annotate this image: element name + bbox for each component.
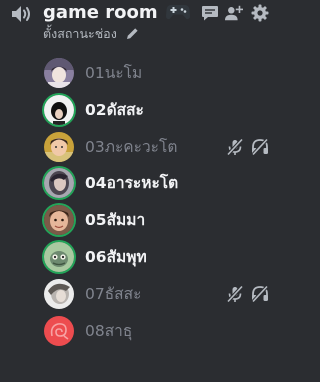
voice-user-row[interactable]: 02ดัสสะ bbox=[44, 93, 281, 130]
avatar bbox=[44, 168, 74, 199]
add-user-icon[interactable] bbox=[225, 4, 243, 22]
voice-user-name: 01นะโม bbox=[85, 64, 143, 82]
gear-icon[interactable] bbox=[251, 4, 269, 22]
speaker-icon bbox=[12, 6, 30, 22]
voice-user-name: 04อาระหะโต bbox=[85, 174, 179, 193]
avatar bbox=[44, 94, 74, 125]
voice-user-name: 07ธัสสะ bbox=[85, 284, 142, 303]
voice-user-list: 01นะโม 02ดัสสะ 03ภะคะวะโต 04อาระหะโต 05ส… bbox=[44, 56, 281, 350]
pencil-icon[interactable] bbox=[126, 27, 139, 40]
voice-user-row[interactable]: 01นะโม bbox=[44, 56, 281, 93]
voice-user-row[interactable]: 04อาระหะโต bbox=[44, 166, 281, 203]
headphones-deafened-icon bbox=[251, 137, 269, 156]
channel-name: game room bbox=[43, 2, 158, 23]
avatar bbox=[44, 315, 74, 346]
gamepad-emoji-icon bbox=[165, 5, 190, 20]
mic-muted-icon bbox=[226, 285, 244, 303]
voice-user-row[interactable]: 07ธัสสะ bbox=[44, 277, 281, 314]
avatar bbox=[44, 205, 74, 236]
voice-user-row[interactable]: 08สาธุ bbox=[44, 314, 281, 351]
voice-user-name: 05สัมมา bbox=[85, 211, 146, 230]
channel-status[interactable]: ตั้งสถานะช่อง bbox=[43, 25, 139, 43]
avatar bbox=[44, 241, 74, 272]
voice-user-name: 06สัมพุท bbox=[85, 247, 147, 266]
avatar bbox=[44, 58, 74, 88]
mic-muted-icon bbox=[226, 137, 244, 156]
avatar bbox=[44, 131, 74, 162]
channel-header: game room ตั้งสถานะช่อง bbox=[0, 0, 281, 50]
voice-user-row[interactable]: 06สัมพุท bbox=[44, 240, 281, 277]
voice-user-name: 03ภะคะวะโต bbox=[85, 137, 178, 156]
chat-icon[interactable] bbox=[201, 4, 219, 22]
voice-user-row[interactable]: 03ภะคะวะโต bbox=[44, 130, 281, 167]
avatar bbox=[44, 278, 74, 309]
headphones-deafened-icon bbox=[251, 285, 269, 303]
voice-user-row[interactable]: 05สัมมา bbox=[44, 203, 281, 240]
channel-title[interactable]: game room bbox=[43, 1, 190, 25]
channel-status-text: ตั้งสถานะช่อง bbox=[43, 26, 117, 41]
voice-user-name: 08สาธุ bbox=[85, 321, 133, 340]
voice-user-name: 02ดัสสะ bbox=[85, 100, 144, 119]
